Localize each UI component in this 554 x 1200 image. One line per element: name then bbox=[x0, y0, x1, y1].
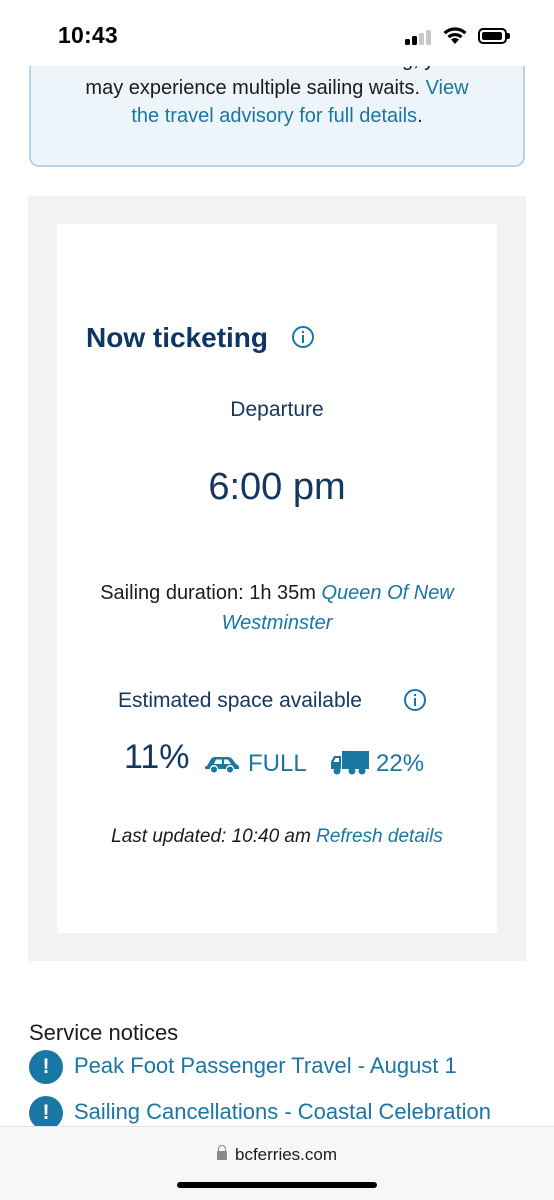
duration-text: Sailing duration: 1h 35m bbox=[100, 582, 322, 604]
overall-space-percent: 11% bbox=[124, 738, 190, 776]
wifi-icon bbox=[443, 27, 467, 44]
departure-time: 6:00 pm bbox=[208, 466, 346, 508]
sailing-duration: Sailing duration: 1h 35m Queen Of New We… bbox=[57, 578, 497, 638]
lock-icon bbox=[216, 1145, 227, 1160]
home-indicator[interactable] bbox=[177, 1182, 377, 1188]
car-icon bbox=[205, 757, 239, 773]
browser-address-bar[interactable]: bcferries.com bbox=[0, 1126, 554, 1200]
url-display[interactable]: bcferries.com bbox=[0, 1145, 554, 1165]
last-updated: Last updated: 10:40 am Refresh details bbox=[57, 826, 497, 848]
url-text: bcferries.com bbox=[234, 1145, 338, 1164]
truck-icon bbox=[331, 751, 369, 775]
alert-icon: ! bbox=[29, 1096, 63, 1130]
advisory-link-view[interactable]: View bbox=[426, 77, 469, 99]
advisory-body: may experience multiple sailing waits. bbox=[85, 77, 426, 99]
truck-space-percent: 22% bbox=[376, 750, 425, 777]
service-notices-title: Service notices bbox=[29, 1020, 179, 1045]
now-ticketing-info-icon[interactable] bbox=[292, 326, 314, 348]
status-time: 10:43 bbox=[58, 22, 118, 48]
departure-label: Departure bbox=[230, 398, 324, 421]
advisory-end: . bbox=[417, 105, 423, 127]
advisory-link-details[interactable]: the travel advisory for full details bbox=[131, 105, 417, 127]
cellular-signal-icon bbox=[405, 29, 435, 45]
space-available-label: Estimated space available bbox=[118, 689, 362, 712]
notice-link[interactable]: Sailing Cancellations - Coastal Celebrat… bbox=[74, 1099, 491, 1125]
refresh-details-link[interactable]: Refresh details bbox=[316, 826, 443, 847]
car-space-status: FULL bbox=[248, 750, 307, 777]
last-updated-text: Last updated: 10:40 am bbox=[111, 826, 317, 847]
battery-icon bbox=[478, 28, 510, 44]
notice-link[interactable]: Peak Foot Passenger Travel - August 1 bbox=[74, 1053, 457, 1079]
now-ticketing-heading: Now ticketing bbox=[86, 322, 269, 353]
alert-icon: ! bbox=[29, 1050, 63, 1084]
status-bar: 10:43 bbox=[0, 0, 554, 66]
space-info-icon[interactable] bbox=[404, 689, 426, 711]
